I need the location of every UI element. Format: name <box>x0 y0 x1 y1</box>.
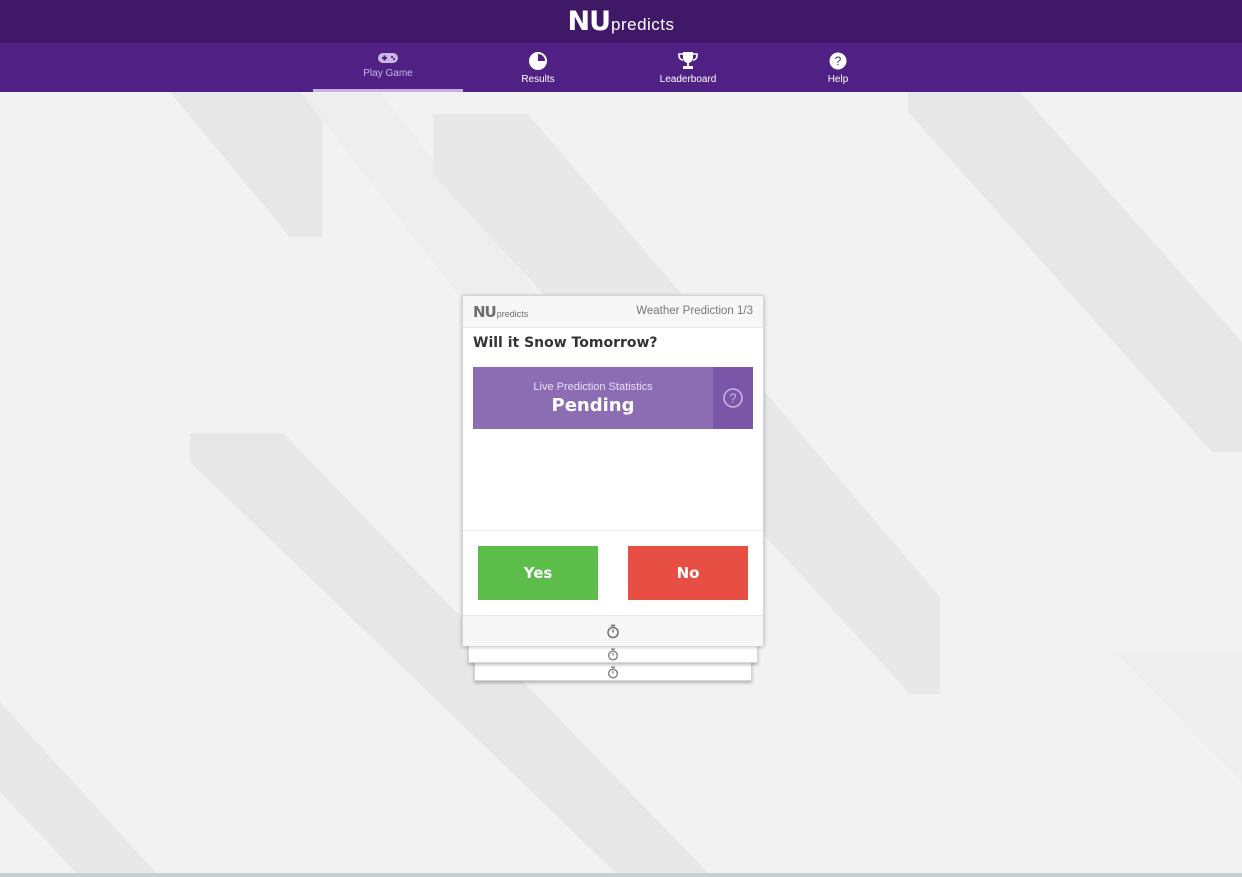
stats-help-button[interactable]: ? <box>713 367 753 429</box>
logo-nu-text: NU <box>567 6 611 37</box>
live-stats-panel: Live Prediction Statistics Pending ? <box>473 367 753 429</box>
nav-label-help: Help <box>827 74 849 85</box>
gamepad-icon <box>378 53 398 63</box>
stats-title: Live Prediction Statistics <box>533 380 653 393</box>
card-logo-predicts: predicts <box>496 309 529 319</box>
nav-results[interactable]: Results <box>463 43 613 92</box>
stats-value: Pending <box>551 394 635 416</box>
card-divider <box>463 530 763 531</box>
card-footer <box>463 615 763 646</box>
nav-help[interactable]: ? Help <box>763 43 913 92</box>
question-circle-icon: ? <box>723 388 743 408</box>
pie-chart-icon <box>529 52 547 70</box>
stats-main: Live Prediction Statistics Pending <box>473 367 713 429</box>
logo-predicts-text: predicts <box>611 15 675 34</box>
stopwatch-icon <box>607 666 619 679</box>
no-button[interactable]: No <box>628 546 748 600</box>
svg-text:?: ? <box>835 54 842 68</box>
nav-label-leaderboard: Leaderboard <box>659 74 717 85</box>
nav-label-results: Results <box>521 74 555 85</box>
help-circle-icon: ? <box>829 52 847 70</box>
nav-play-game[interactable]: Play Game <box>313 43 463 92</box>
main-nav: Play Game Results Leaderboard ? Help <box>0 43 1242 92</box>
stopwatch-icon <box>607 624 619 638</box>
app-logo[interactable]: NU predicts <box>567 6 674 37</box>
prediction-question: Will it Snow Tomorrow? <box>473 335 658 351</box>
card-header: NU predicts Weather Prediction 1/3 <box>463 296 763 328</box>
trophy-icon <box>678 52 698 69</box>
stopwatch-icon <box>607 648 619 661</box>
svg-text:?: ? <box>729 391 736 406</box>
prediction-card: NU predicts Weather Prediction 1/3 Will … <box>462 295 764 646</box>
yes-button[interactable]: Yes <box>478 546 598 600</box>
card-logo: NU predicts <box>473 303 528 321</box>
nav-leaderboard[interactable]: Leaderboard <box>613 43 763 92</box>
card-category: Weather Prediction 1/3 <box>636 305 753 317</box>
card-logo-nu: NU <box>473 303 497 321</box>
top-header: NU predicts <box>0 0 1242 43</box>
nav-label-play-game: Play Game <box>363 68 413 79</box>
